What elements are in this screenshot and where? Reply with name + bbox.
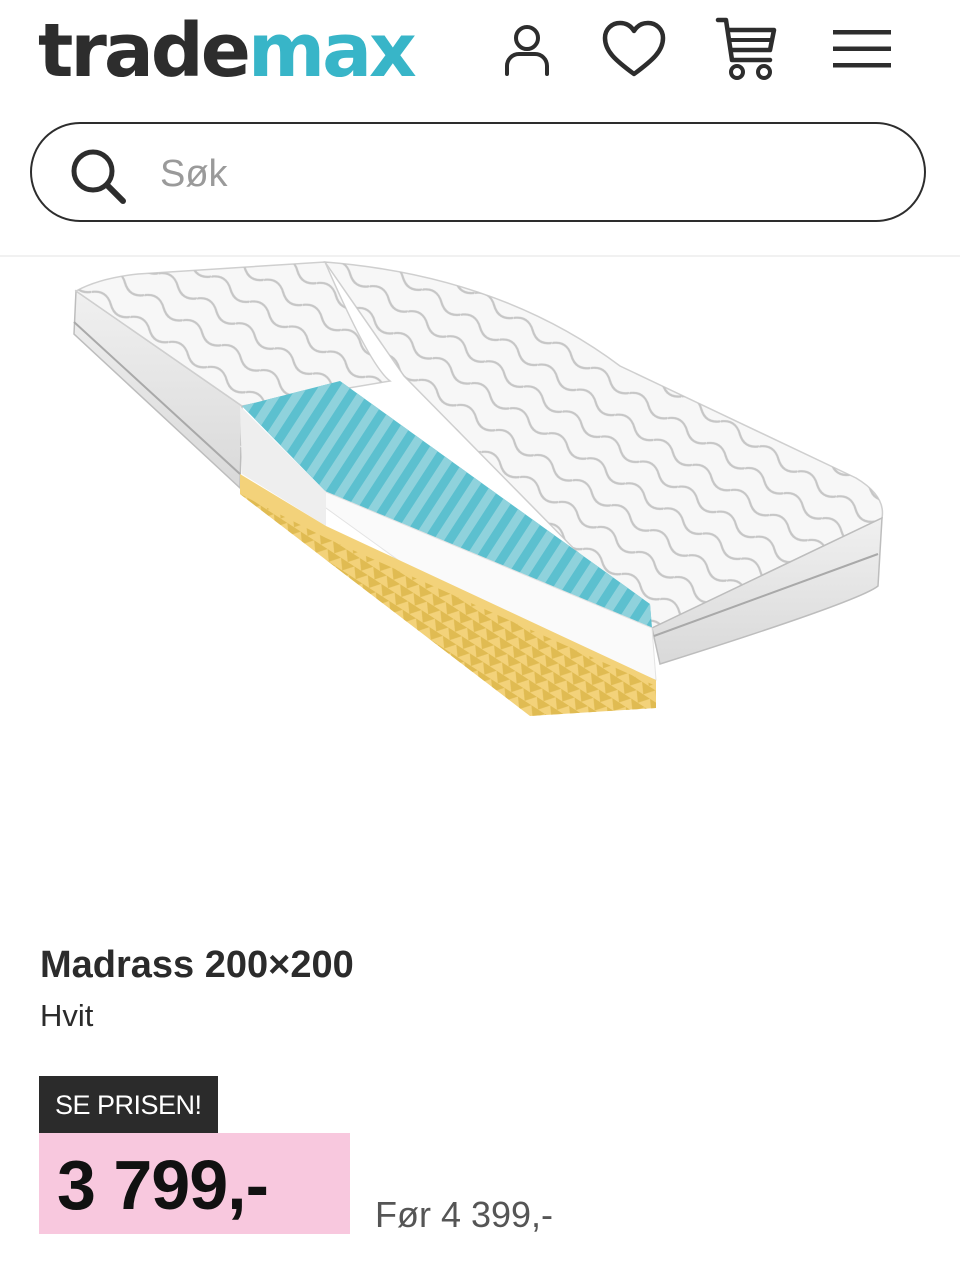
trademax-logo[interactable]: trademax <box>38 6 417 96</box>
product-title[interactable]: Madrass 200×200 <box>40 940 354 990</box>
product-price: 3 799,- <box>39 1133 350 1234</box>
product-color: Hvit <box>40 998 94 1033</box>
search-input[interactable] <box>158 142 882 206</box>
logo-text-max: max <box>247 8 417 94</box>
price-before: Før 4 399,- <box>375 1194 554 1235</box>
heart-icon <box>602 20 666 77</box>
user-icon <box>505 25 549 76</box>
site-header: trademax <box>0 0 960 257</box>
promo-badge: SE PRISEN! <box>39 1076 218 1133</box>
product-image[interactable] <box>60 256 900 726</box>
search-icon[interactable] <box>68 146 128 206</box>
account-button[interactable] <box>492 14 562 84</box>
menu-icon <box>833 30 891 68</box>
logo-text-trade: trade <box>38 8 251 94</box>
cart-button[interactable] <box>712 14 782 84</box>
wishlist-button[interactable] <box>599 14 669 84</box>
cart-icon <box>715 17 777 80</box>
mattress-illustration <box>73 261 884 716</box>
search-bar <box>30 122 926 222</box>
menu-button[interactable] <box>827 14 897 84</box>
